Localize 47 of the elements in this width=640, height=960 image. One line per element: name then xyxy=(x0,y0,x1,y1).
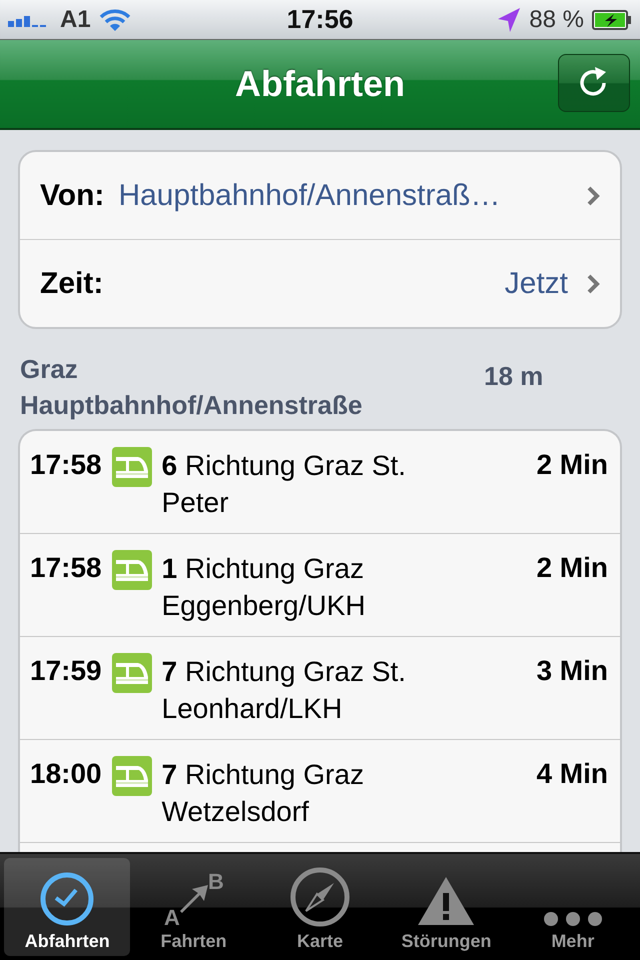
stop-name: Graz Hauptbahnhof/Annenstraße xyxy=(20,353,364,422)
tab[interactable]: A B Fahrten xyxy=(130,858,257,956)
departure-time: 17:58 xyxy=(30,448,102,482)
wait-time: 2 Min xyxy=(536,551,608,585)
tram-icon xyxy=(112,550,152,590)
warning-icon xyxy=(416,875,476,927)
tram-icon xyxy=(112,653,152,693)
tab[interactable]: Karte xyxy=(256,858,384,956)
departure-time: 17:59 xyxy=(30,654,102,688)
field-label: Von: xyxy=(40,178,104,212)
battery-percent: 88 % xyxy=(529,6,584,34)
compass-icon xyxy=(290,867,350,927)
location-arrow-icon xyxy=(497,6,522,32)
chevron-icon xyxy=(586,272,600,294)
carrier-name: A1 xyxy=(60,6,91,34)
departure-time: 18:00 xyxy=(30,757,102,791)
departure-row[interactable]: 18:00 7 Richtung Graz Wetzelsdorf 4 Min xyxy=(20,740,620,843)
departure-description: 7 Richtung Graz Wetzelsdorf xyxy=(162,758,365,829)
wait-time: 2 Min xyxy=(536,448,608,482)
screen-title: Abfahrten xyxy=(235,63,405,105)
clock-icon xyxy=(39,871,96,927)
wifi-icon xyxy=(98,8,131,32)
stop-distance: 18 m xyxy=(484,361,544,392)
field-value: Hauptbahnhof/Annenstraß… xyxy=(118,178,502,212)
departure-description: 1 Richtung Graz Eggenberg/UKH xyxy=(162,552,367,623)
field-value: Jetzt xyxy=(504,266,568,300)
wait-time: 4 Min xyxy=(536,757,608,791)
form-row[interactable]: Zeit: Jetzt xyxy=(20,240,620,327)
refresh-button[interactable] xyxy=(558,54,630,112)
departure-description: 6 Richtung Graz St. Peter xyxy=(162,449,407,520)
battery-icon xyxy=(592,10,632,30)
departure-row[interactable]: 17:59 7 Richtung Graz St. Leonhard/LKH 3 Min xyxy=(20,637,620,740)
wait-time: 3 Min xyxy=(536,654,608,688)
form-row[interactable]: Von: Hauptbahnhof/Annenstraß… xyxy=(20,152,620,240)
clock-time: 17:56 xyxy=(286,4,354,35)
more-icon xyxy=(542,911,603,927)
departure-row[interactable]: 17:58 6 Richtung Graz St. Peter 2 Min xyxy=(20,431,620,534)
tab[interactable]: Mehr xyxy=(510,858,636,956)
field-label: Zeit: xyxy=(40,266,104,300)
departure-description: 7 Richtung Graz St. Leonhard/LKH xyxy=(162,655,407,726)
tab[interactable]: Abfahrten xyxy=(4,858,130,956)
chevron-icon xyxy=(586,184,600,206)
tram-icon xyxy=(112,756,152,796)
tab[interactable]: Störungen xyxy=(383,858,510,956)
departure-row[interactable]: 17:58 1 Richtung Graz Eggenberg/UKH 2 Min xyxy=(20,534,620,637)
departure-time: 17:58 xyxy=(30,551,102,585)
tram-icon xyxy=(112,447,152,487)
